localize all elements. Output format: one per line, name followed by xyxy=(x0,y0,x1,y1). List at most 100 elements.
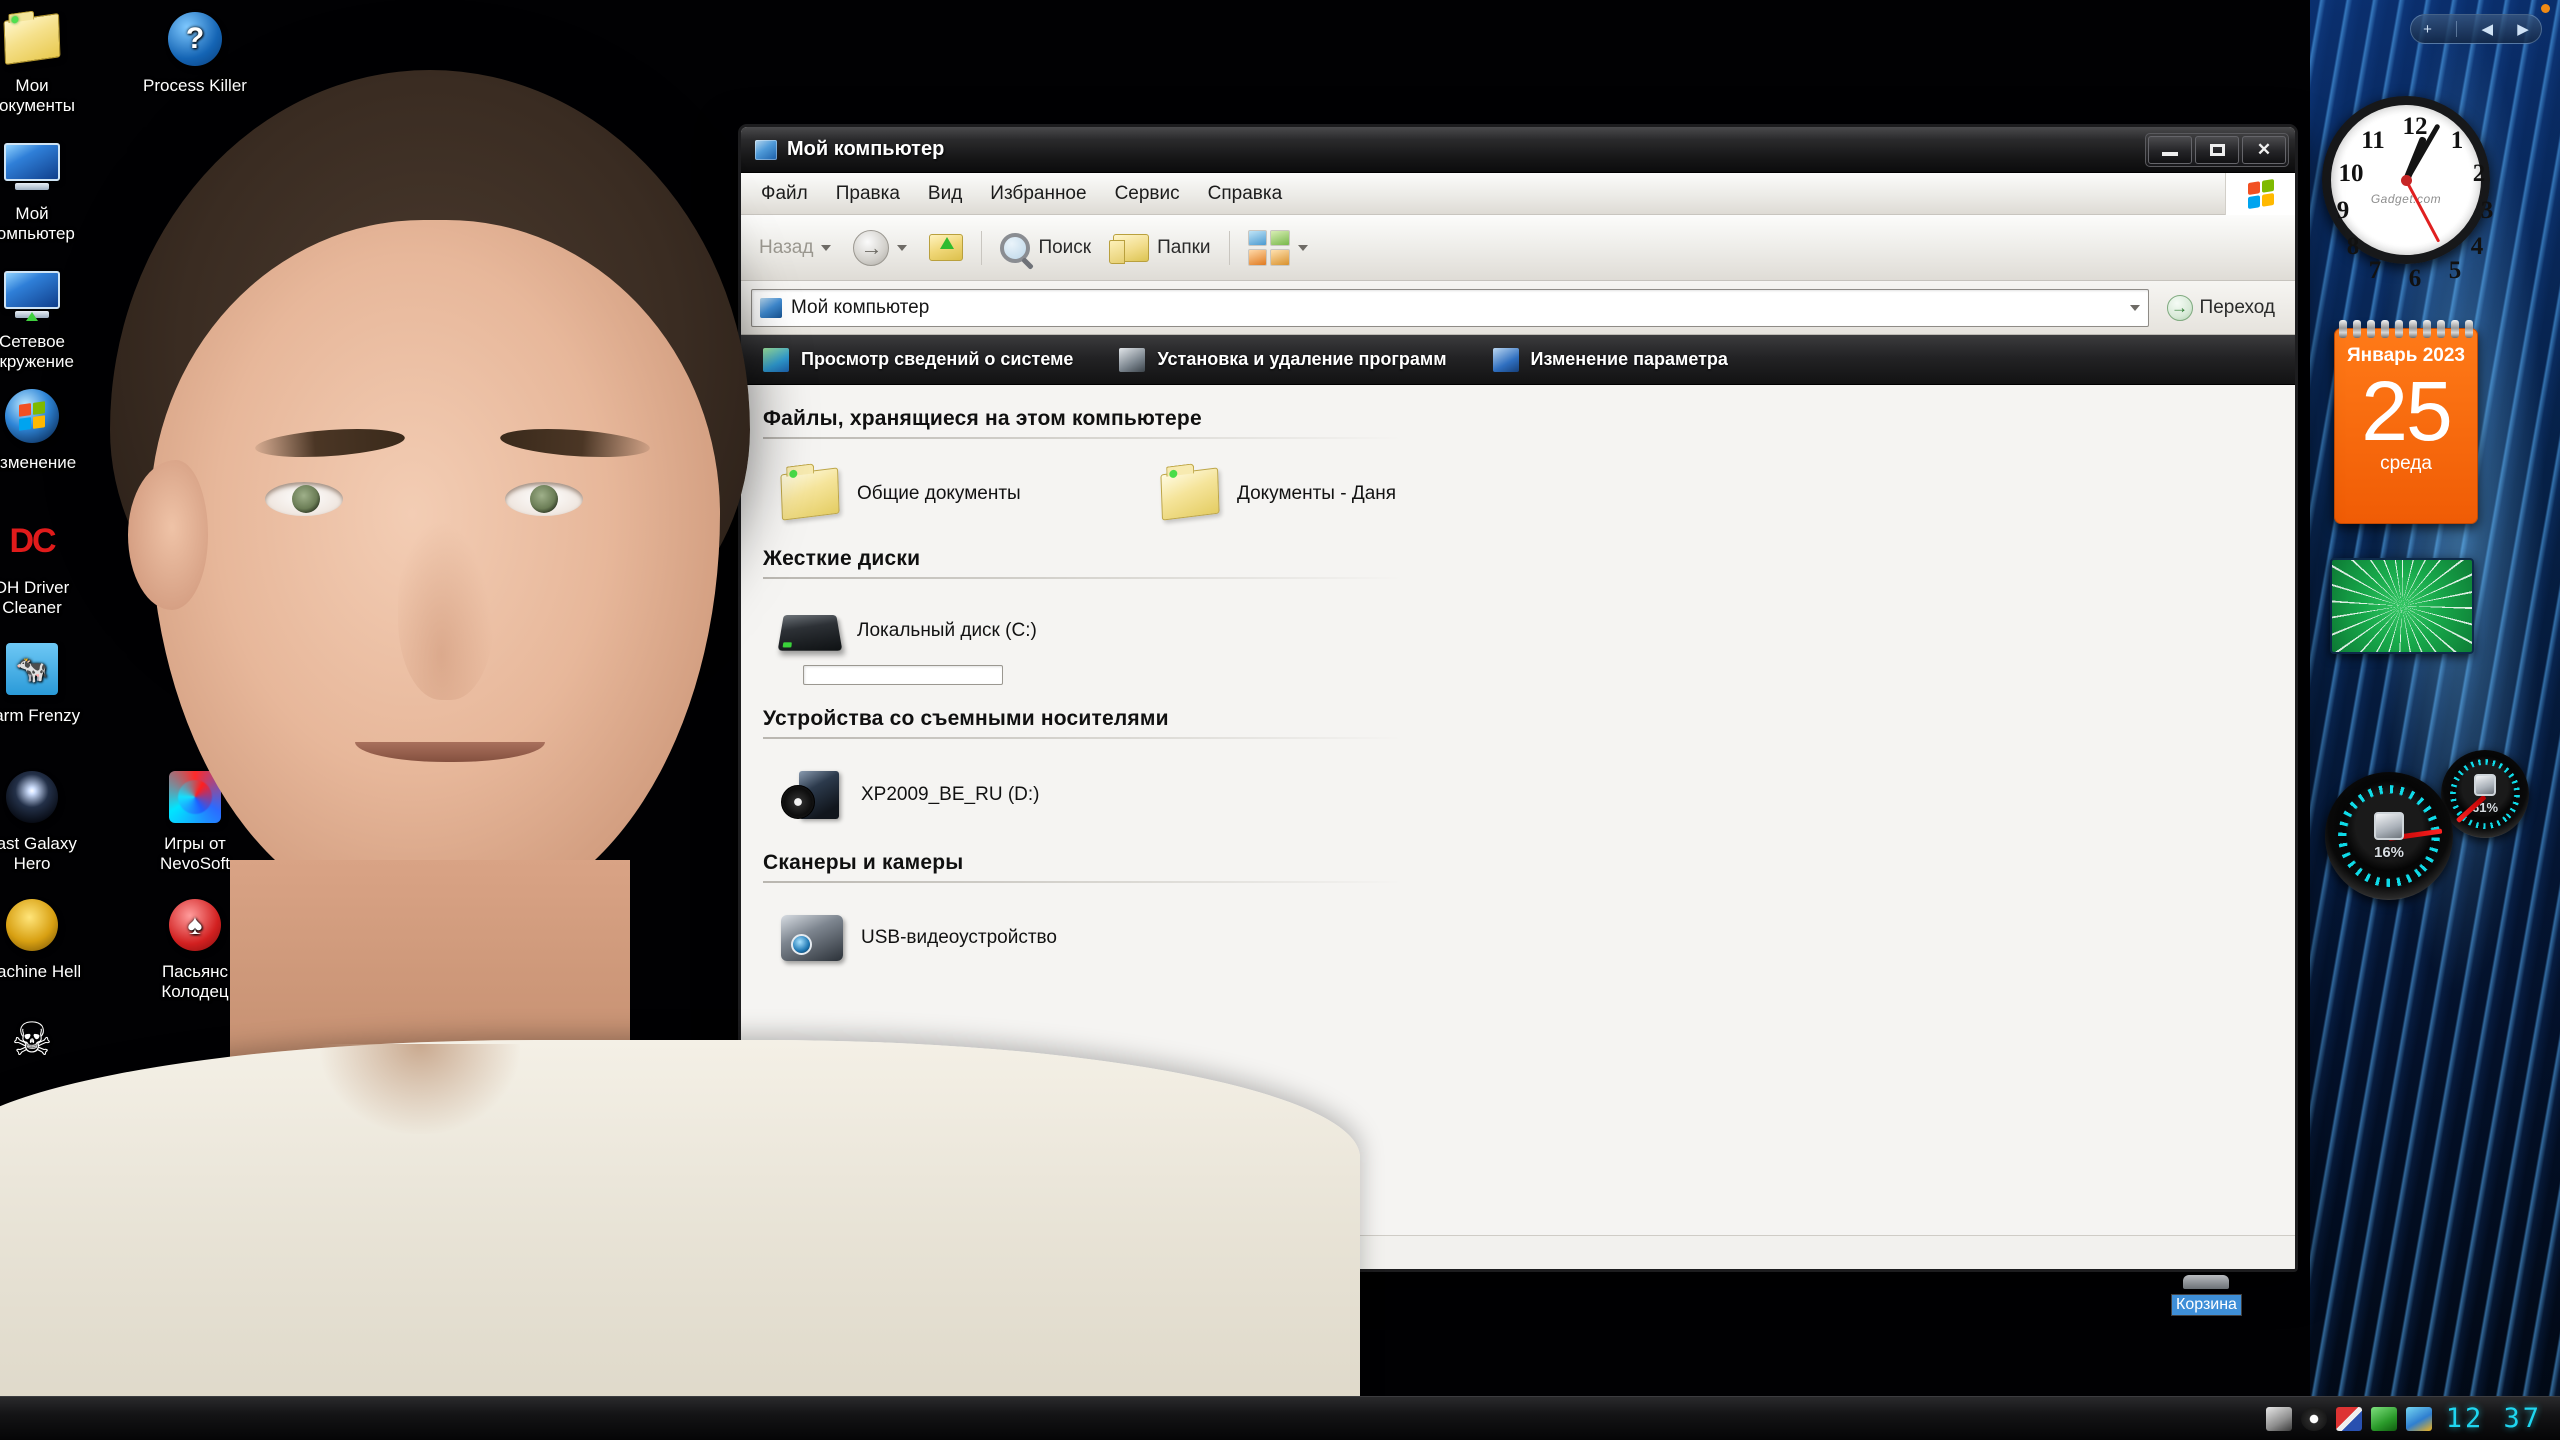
folder-icon xyxy=(780,467,840,521)
clock-second-hand xyxy=(2404,179,2440,243)
window-addressbar[interactable]: Мой компьютер → Переход xyxy=(741,281,2295,335)
flag-icon[interactable] xyxy=(2335,1406,2362,1431)
desktop-icon-process-killer[interactable]: ? Process Killer xyxy=(129,8,261,96)
gadget-next-icon[interactable]: ▶ xyxy=(2517,20,2529,38)
apps-icon[interactable] xyxy=(2405,1406,2432,1431)
system-tray[interactable] xyxy=(2265,1406,2432,1431)
clock-number: 1 xyxy=(2450,127,2464,154)
go-button[interactable]: → Переход xyxy=(2157,291,2285,325)
window-menubar[interactable]: Файл Правка Вид Избранное Сервис Справка xyxy=(741,172,2295,215)
views-button[interactable] xyxy=(1240,226,1316,270)
item-label: XP2009_BE_RU (D:) xyxy=(861,784,1040,805)
my-computer-window[interactable]: Мой компьютер ✕ Файл Правка Вид Избранно… xyxy=(738,124,2298,1272)
chevron-down-icon[interactable] xyxy=(821,244,832,251)
desktop-icon-solitaire[interactable]: ♠ Пасьянс Колодец xyxy=(129,894,261,1002)
menu-item-tools[interactable]: Сервис xyxy=(1101,177,1194,211)
desktop-icon-network-places[interactable]: Сетевое окружение xyxy=(0,264,98,372)
toolbar-divider xyxy=(981,230,983,265)
gadget-control-bar[interactable]: + ◀ ▶ xyxy=(2410,14,2542,44)
desktop-icon-label: Мой компьютер xyxy=(0,204,75,243)
menu-item-favorites[interactable]: Избранное xyxy=(976,177,1100,211)
toolbar-divider xyxy=(1228,230,1230,265)
desktop-icon-label: Игры от NevoSoft xyxy=(160,834,230,873)
media-player-icon[interactable] xyxy=(2300,1406,2327,1431)
vm-icon[interactable] xyxy=(2265,1406,2292,1431)
address-input[interactable]: Мой компьютер xyxy=(751,288,2149,327)
task-change-setting[interactable]: Изменение параметра xyxy=(1492,347,1728,372)
desktop-icon-farm-frenzy[interactable]: 🐄 Farm Frenzy xyxy=(0,638,98,726)
clock-center-pin xyxy=(2400,174,2412,186)
resource-gauges-gadget[interactable]: 61% 16% xyxy=(2325,750,2529,900)
task-label: Просмотр сведений о системе xyxy=(801,349,1074,369)
green-visualizer-gadget xyxy=(2330,558,2474,654)
chevron-down-icon[interactable] xyxy=(1297,244,1308,251)
my-computer-icon xyxy=(755,139,777,160)
up-button[interactable] xyxy=(921,230,971,265)
window-titlebar[interactable]: Мой компьютер ✕ xyxy=(741,127,2295,173)
recycle-bin-label: Корзина xyxy=(2172,1295,2241,1315)
calendar-gadget[interactable]: Январь 2023 25 среда xyxy=(2334,320,2478,524)
close-button[interactable]: ✕ xyxy=(2242,135,2286,164)
taskbar-clock[interactable]: 12 37 xyxy=(2446,1403,2542,1434)
folders-button[interactable]: Папки xyxy=(1105,230,1218,266)
desktop-icon-nevosoft-games[interactable]: Игры от NevoSoft xyxy=(129,766,261,874)
window-toolbar[interactable]: Назад → Поиск Папки xyxy=(741,215,2295,281)
recycle-bin-icon xyxy=(2183,1275,2230,1289)
group-hard-disks: Жесткие диски Локальный диск (C:) xyxy=(741,535,2295,685)
system-taskbar[interactable]: 12 37 xyxy=(0,1396,2560,1440)
menu-item-help[interactable]: Справка xyxy=(1194,177,1297,211)
visualizer-gadget[interactable] xyxy=(2330,558,2474,654)
windows-orb-icon xyxy=(1,385,63,447)
divider xyxy=(2456,21,2458,37)
dh-driver-cleaner-icon: DC xyxy=(9,522,56,560)
desktop-icon-dh-driver-cleaner[interactable]: DC DH Driver Cleaner xyxy=(0,510,98,618)
maximize-button[interactable] xyxy=(2195,135,2239,164)
desktop-icon-izmenenie[interactable]: Изменение xyxy=(0,385,98,473)
desktop-icon-machine-hell[interactable]: Machine Hell xyxy=(0,894,98,982)
up-folder-icon xyxy=(929,234,964,261)
list-item[interactable]: Документы - Даня xyxy=(1143,463,1523,535)
chevron-down-icon[interactable] xyxy=(2129,304,2140,311)
group-divider xyxy=(763,881,1403,883)
gadget-add-icon[interactable]: + xyxy=(2423,21,2432,38)
menu-item-file[interactable]: Файл xyxy=(747,177,822,211)
menu-item-view[interactable]: Вид xyxy=(914,177,976,211)
gadget-status-dot xyxy=(2541,4,2550,13)
item-label: Локальный диск (C:) xyxy=(857,620,1037,641)
change-setting-icon xyxy=(1492,347,1519,372)
task-add-remove-programs[interactable]: Установка и удаление программ xyxy=(1119,347,1447,372)
menu-item-edit[interactable]: Правка xyxy=(822,177,914,211)
group-title: Сканеры и камеры xyxy=(763,851,964,874)
forward-button[interactable]: → xyxy=(845,226,915,270)
desktop-icon-last-galaxy-hero[interactable]: Last Galaxy Hero xyxy=(0,766,98,874)
clock-number: 10 xyxy=(2338,160,2364,187)
update-icon[interactable] xyxy=(2370,1406,2397,1431)
list-item[interactable]: XP2009_BE_RU (D:) xyxy=(763,763,1143,837)
list-item[interactable]: Общие документы xyxy=(763,463,1143,535)
back-button[interactable]: Назад xyxy=(751,233,839,263)
desktop-icon-skull[interactable]: ☠ xyxy=(0,1008,98,1076)
group-title: Файлы, хранящиеся на этом компьютере xyxy=(763,407,1202,430)
common-tasks-strip[interactable]: Просмотр сведений о системе Установка и … xyxy=(741,335,2295,385)
desktop-icon-my-computer[interactable]: Мой компьютер xyxy=(0,136,98,244)
list-item[interactable]: Локальный диск (C:) xyxy=(763,603,1143,669)
window-content[interactable]: Файлы, хранящиеся на этом компьютере Общ… xyxy=(741,385,2295,1235)
item-label: Документы - Даня xyxy=(1237,483,1397,504)
desktop-icon-label: Farm Frenzy xyxy=(0,706,81,725)
cpu-chip-icon xyxy=(2374,811,2404,840)
window-controls[interactable]: ✕ xyxy=(2145,132,2289,167)
clock-gadget[interactable]: 12 1 2 3 4 5 6 7 8 9 10 11 Gadget.com xyxy=(2322,96,2493,292)
gadget-prev-icon[interactable]: ◀ xyxy=(2481,20,2493,38)
desktop-icon-label: Process Killer xyxy=(143,76,247,95)
system-info-icon xyxy=(763,347,789,372)
task-system-info[interactable]: Просмотр сведений о системе xyxy=(763,347,1074,372)
list-item[interactable]: USB-видеоустройство xyxy=(763,907,1143,979)
minimize-button[interactable] xyxy=(2148,135,2192,164)
desktop-icon-my-documents[interactable]: Мои документы xyxy=(0,8,98,116)
desktop-icon-recycle-bin[interactable]: Корзина xyxy=(2172,1275,2241,1315)
search-button[interactable]: Поиск xyxy=(992,229,1099,267)
search-icon xyxy=(1000,232,1031,263)
chevron-down-icon[interactable] xyxy=(897,244,908,251)
go-arrow-icon: → xyxy=(2166,294,2193,321)
group-files-on-computer: Файлы, хранящиеся на этом компьютере Общ… xyxy=(741,395,2295,535)
